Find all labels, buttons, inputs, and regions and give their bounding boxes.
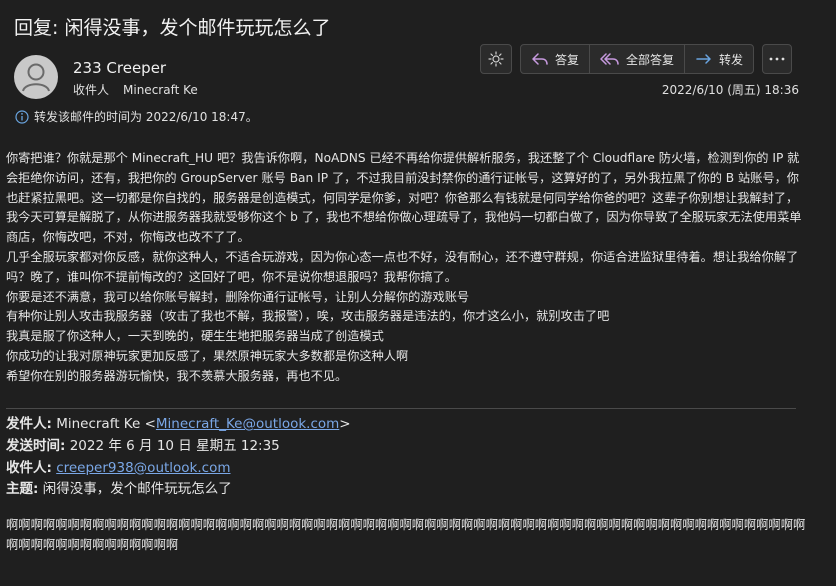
more-icon xyxy=(769,57,785,61)
person-icon xyxy=(22,63,50,92)
avatar[interactable] xyxy=(14,55,58,99)
reply-button[interactable]: 答复 xyxy=(521,45,591,73)
reply-all-icon xyxy=(600,51,620,67)
reply-all-button[interactable]: 全部答复 xyxy=(590,45,686,73)
email-datetime: 2022/6/10 (周五) 18:36 xyxy=(661,83,799,97)
quoted-from-close: > xyxy=(339,416,351,432)
toolbar: 答复 全部答复 转发 xyxy=(480,44,793,76)
quoted-body: 啊啊啊啊啊啊啊啊啊啊啊啊啊啊啊啊啊啊啊啊啊啊啊啊啊啊啊啊啊啊啊啊啊啊啊啊啊啊啊啊… xyxy=(6,518,806,552)
body-paragraph: 希望你在别的服务器游玩愉快，我不羡慕大服务器，再也不见。 xyxy=(6,368,348,383)
quoted-subject-value: 闲得没事，发个邮件玩玩怎么了 xyxy=(42,481,232,498)
more-actions-button[interactable] xyxy=(762,44,793,74)
quoted-from-name: Minecraft Ke < xyxy=(56,416,156,432)
quoted-from-row: 发件人: Minecraft Ke <Minecraft_Ke@outlook.… xyxy=(6,414,351,436)
quoted-sent-label: 发送时间: xyxy=(6,437,66,454)
sender-name[interactable]: 233 Creeper xyxy=(73,59,166,77)
quoted-sent-row: 发送时间: 2022 年 6 月 10 日 星期五 12:35 xyxy=(6,436,351,458)
body-paragraph: 我真是服了你这种人，一天到晚的，硬生生地把服务器当成了创造模式 xyxy=(6,329,384,344)
quoted-to-label: 收件人: xyxy=(6,459,52,476)
quoted-subject-label: 主题: xyxy=(6,481,39,498)
forward-label: 转发 xyxy=(719,52,744,67)
quoted-from-label: 发件人: xyxy=(6,416,52,432)
body-paragraph: 你要是还不满意，我可以给你账号解封，删除你通行证帐号，让别人分解你的游戏账号 xyxy=(6,289,470,304)
quoted-from-email-link[interactable]: Minecraft_Ke@outlook.com xyxy=(156,416,339,432)
forward-arrow-icon xyxy=(695,51,713,67)
quoted-subject-row: 主题: 闲得没事，发个邮件玩玩怎么了 xyxy=(6,479,351,501)
forward-info: 转发该邮件的时间为 2022/6/10 18:47。 xyxy=(15,108,258,125)
email-subject: 回复: 闲得没事，发个邮件玩玩怎么了 xyxy=(14,17,331,39)
forward-button[interactable]: 转发 xyxy=(685,45,753,73)
quoted-sent-value: 2022 年 6 月 10 日 星期五 12:35 xyxy=(69,437,280,454)
sun-icon xyxy=(488,51,504,67)
quoted-to-row: 收件人: creeper938@outlook.com xyxy=(6,458,351,480)
quoted-header: 发件人: Minecraft Ke <Minecraft_Ke@outlook.… xyxy=(6,414,351,501)
body-paragraph: 你寄把谁？你就是那个 Minecraft_HU 吧？我告诉你啊，NoADNS 已… xyxy=(6,151,802,245)
reply-all-label: 全部答复 xyxy=(626,52,675,67)
theme-toggle-button[interactable] xyxy=(480,44,512,74)
info-icon xyxy=(15,109,29,124)
reply-label: 答复 xyxy=(555,52,580,67)
body-paragraph: 几乎全服玩家都对你反感，就你这种人，不适合玩游戏，因为你心态一点也不好，没有耐心… xyxy=(6,249,799,284)
quoted-to-email-link[interactable]: creeper938@outlook.com xyxy=(56,460,230,476)
recipient-label: 收件人 xyxy=(73,83,110,97)
recipient-name[interactable]: Minecraft Ke xyxy=(123,83,198,97)
email-body: 你寄把谁？你就是那个 Minecraft_HU 吧？我告诉你啊，NoADNS 已… xyxy=(6,149,802,387)
forward-info-text: 转发该邮件的时间为 2022/6/10 18:47。 xyxy=(34,110,258,124)
reply-icon xyxy=(531,51,549,67)
quote-divider xyxy=(6,408,796,409)
body-paragraph: 你成功的让我对原神玩家更加反感了，果然原神玩家大多数都是你这种人啊 xyxy=(6,348,409,363)
recipient-row: 收件人 Minecraft Ke xyxy=(73,81,198,98)
body-paragraph: 有种你让别人攻击我服务器（攻击了我也不解，我报警），唉，攻击服务器是违法的，你才… xyxy=(6,309,610,324)
reply-button-group: 答复 全部答复 转发 xyxy=(520,44,755,74)
